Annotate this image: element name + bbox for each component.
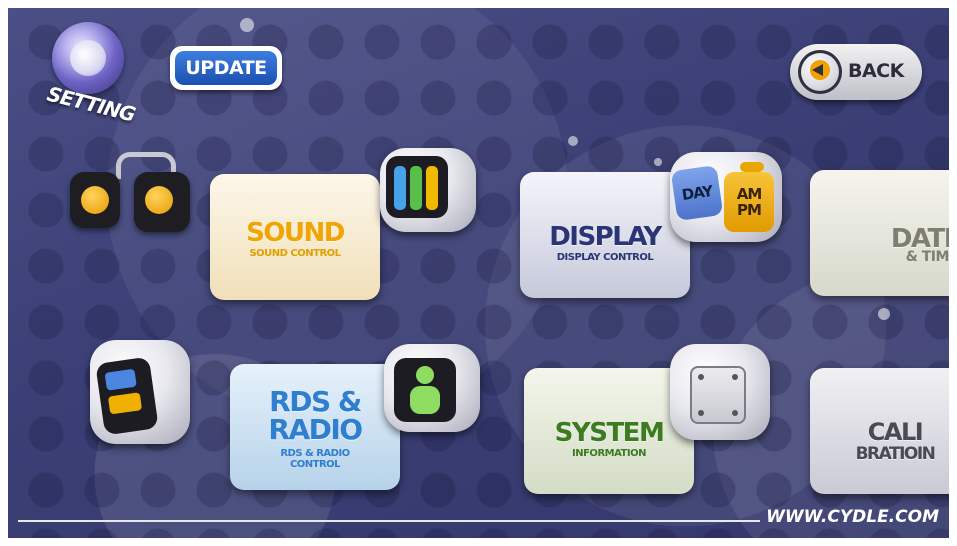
sparkle-decoration: [878, 308, 890, 320]
back-icon-frame: [798, 50, 842, 94]
system-icon-shell: [384, 344, 480, 432]
person-info-icon: [394, 358, 456, 422]
display-subtitle: DISPLAY CONTROL: [556, 252, 654, 263]
rds-subtitle: RDS & RADIO CONTROL: [230, 448, 400, 470]
sound-tile[interactable]: SOUND SOUND CONTROL: [70, 150, 380, 300]
display-bar-yellow: [426, 166, 438, 210]
rds-title: RDS & RADIO: [230, 388, 400, 444]
display-monitor-icon: [386, 156, 448, 218]
calibration-point: [698, 410, 704, 416]
sparkle-decoration: [240, 18, 254, 32]
rds-title-line2: RADIO: [268, 413, 363, 446]
calibration-title: CALI BRATIOIN: [810, 420, 949, 464]
person-head: [416, 366, 434, 384]
back-arrow-icon: [810, 60, 830, 80]
person-body: [410, 386, 440, 414]
display-title: DISPLAY: [549, 222, 662, 252]
speaker-icon: [70, 172, 120, 228]
radio-blue-segment: [104, 368, 137, 391]
setting-gear-icon: [52, 22, 124, 94]
ampm-icon: AM PM: [724, 172, 774, 232]
footer-divider: [18, 520, 760, 522]
website-label: WWW.CYDLE.COM: [766, 507, 939, 527]
calibration-point: [698, 374, 704, 380]
touch-calibration-icon: [690, 366, 746, 424]
day-icon: DAY: [670, 165, 724, 221]
system-title: SYSTEM: [554, 418, 665, 448]
rds-title-line1: RDS &: [269, 385, 362, 418]
calibration-icon-shell: [670, 344, 770, 440]
back-button-label: BACK: [848, 60, 904, 82]
radio-yellow-segment: [107, 392, 143, 415]
display-bar-green: [410, 166, 422, 210]
system-subtitle: INFORMATION: [572, 448, 646, 459]
display-tile[interactable]: DISPLAY DISPLAY CONTROL: [380, 148, 690, 298]
display-icon-shell: [380, 148, 476, 232]
settings-screen: SETTING UPDATE BACK SOUND SOUND CONTROL …: [8, 8, 949, 538]
back-button[interactable]: BACK: [790, 44, 922, 100]
display-bar-blue: [394, 166, 406, 210]
am-label: AM: [736, 185, 763, 203]
pm-label: PM: [737, 201, 762, 219]
ampm-tab: [740, 162, 764, 172]
speaker-icon: [134, 172, 190, 232]
rds-subtitle-line2: CONTROL: [289, 459, 341, 470]
calibration-tile[interactable]: CALI BRATIOIN: [670, 344, 949, 494]
date-time-tile[interactable]: DAY AM PM DATE & TIME: [670, 146, 949, 296]
setting-logo: SETTING: [26, 18, 156, 128]
sound-title: SOUND: [246, 218, 345, 248]
system-tile[interactable]: SYSTEM INFORMATION: [384, 344, 694, 494]
calibration-title-line1: CALI: [867, 418, 924, 446]
update-button-label: UPDATE: [175, 51, 277, 85]
update-button[interactable]: UPDATE: [170, 46, 282, 90]
rds-subtitle-line1: RDS & RADIO: [280, 448, 350, 459]
radio-icon: [95, 356, 159, 436]
sound-subtitle: SOUND CONTROL: [249, 248, 341, 259]
rds-radio-tile[interactable]: RDS & RADIO RDS & RADIO CONTROL: [90, 340, 400, 490]
calibration-title-line2: BRATIOIN: [855, 444, 936, 464]
calibration-point: [732, 410, 738, 416]
calibration-point: [732, 374, 738, 380]
sparkle-decoration: [568, 136, 578, 146]
radio-icon-shell: [90, 340, 190, 444]
date-subtitle: & TIME: [905, 249, 949, 265]
